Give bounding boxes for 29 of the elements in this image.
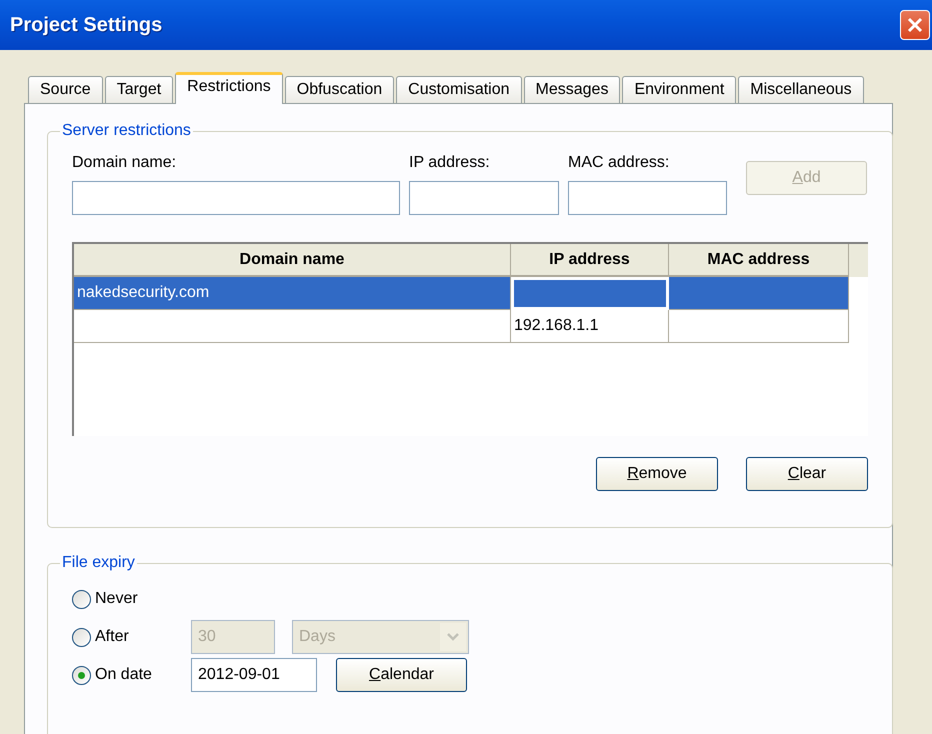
group-title: Server restrictions [61,122,192,140]
calendar-button[interactable]: Calendar [336,658,467,692]
action-button[interactable]: Clear [746,457,868,491]
field-label: MAC address: [568,154,670,172]
field-label: Domain name: [72,154,178,172]
group-title: File expiry [61,554,136,572]
table-cell: nakedsecurity.com [74,277,511,310]
tab[interactable]: Restrictions [175,72,283,104]
table-cell: 192.168.1.1 [511,310,669,343]
input-field[interactable] [409,181,559,215]
action-button[interactable]: Remove [596,457,718,491]
table-row[interactable]: 192.168.1.1 [74,310,868,343]
input-field[interactable] [72,181,400,215]
input-field[interactable] [568,181,727,215]
table-row[interactable]: nakedsecurity.com [74,277,868,310]
tab[interactable]: Source [28,76,103,103]
close-button[interactable] [900,10,930,40]
close-icon [906,16,924,34]
field-label: IP address: [409,154,491,172]
tab[interactable]: Environment [622,76,736,103]
window-title: Project Settings [10,14,162,36]
tab[interactable]: Target [104,76,174,103]
radio-option[interactable]: On date [72,666,191,684]
tab[interactable]: Obfuscation [284,76,394,103]
tab[interactable]: Miscellaneous [738,76,864,103]
date-field[interactable]: 2012-09-01 [191,658,317,692]
tab[interactable]: Customisation [396,76,522,103]
tab[interactable]: Messages [524,76,620,103]
radio-option[interactable]: Never [72,590,191,608]
